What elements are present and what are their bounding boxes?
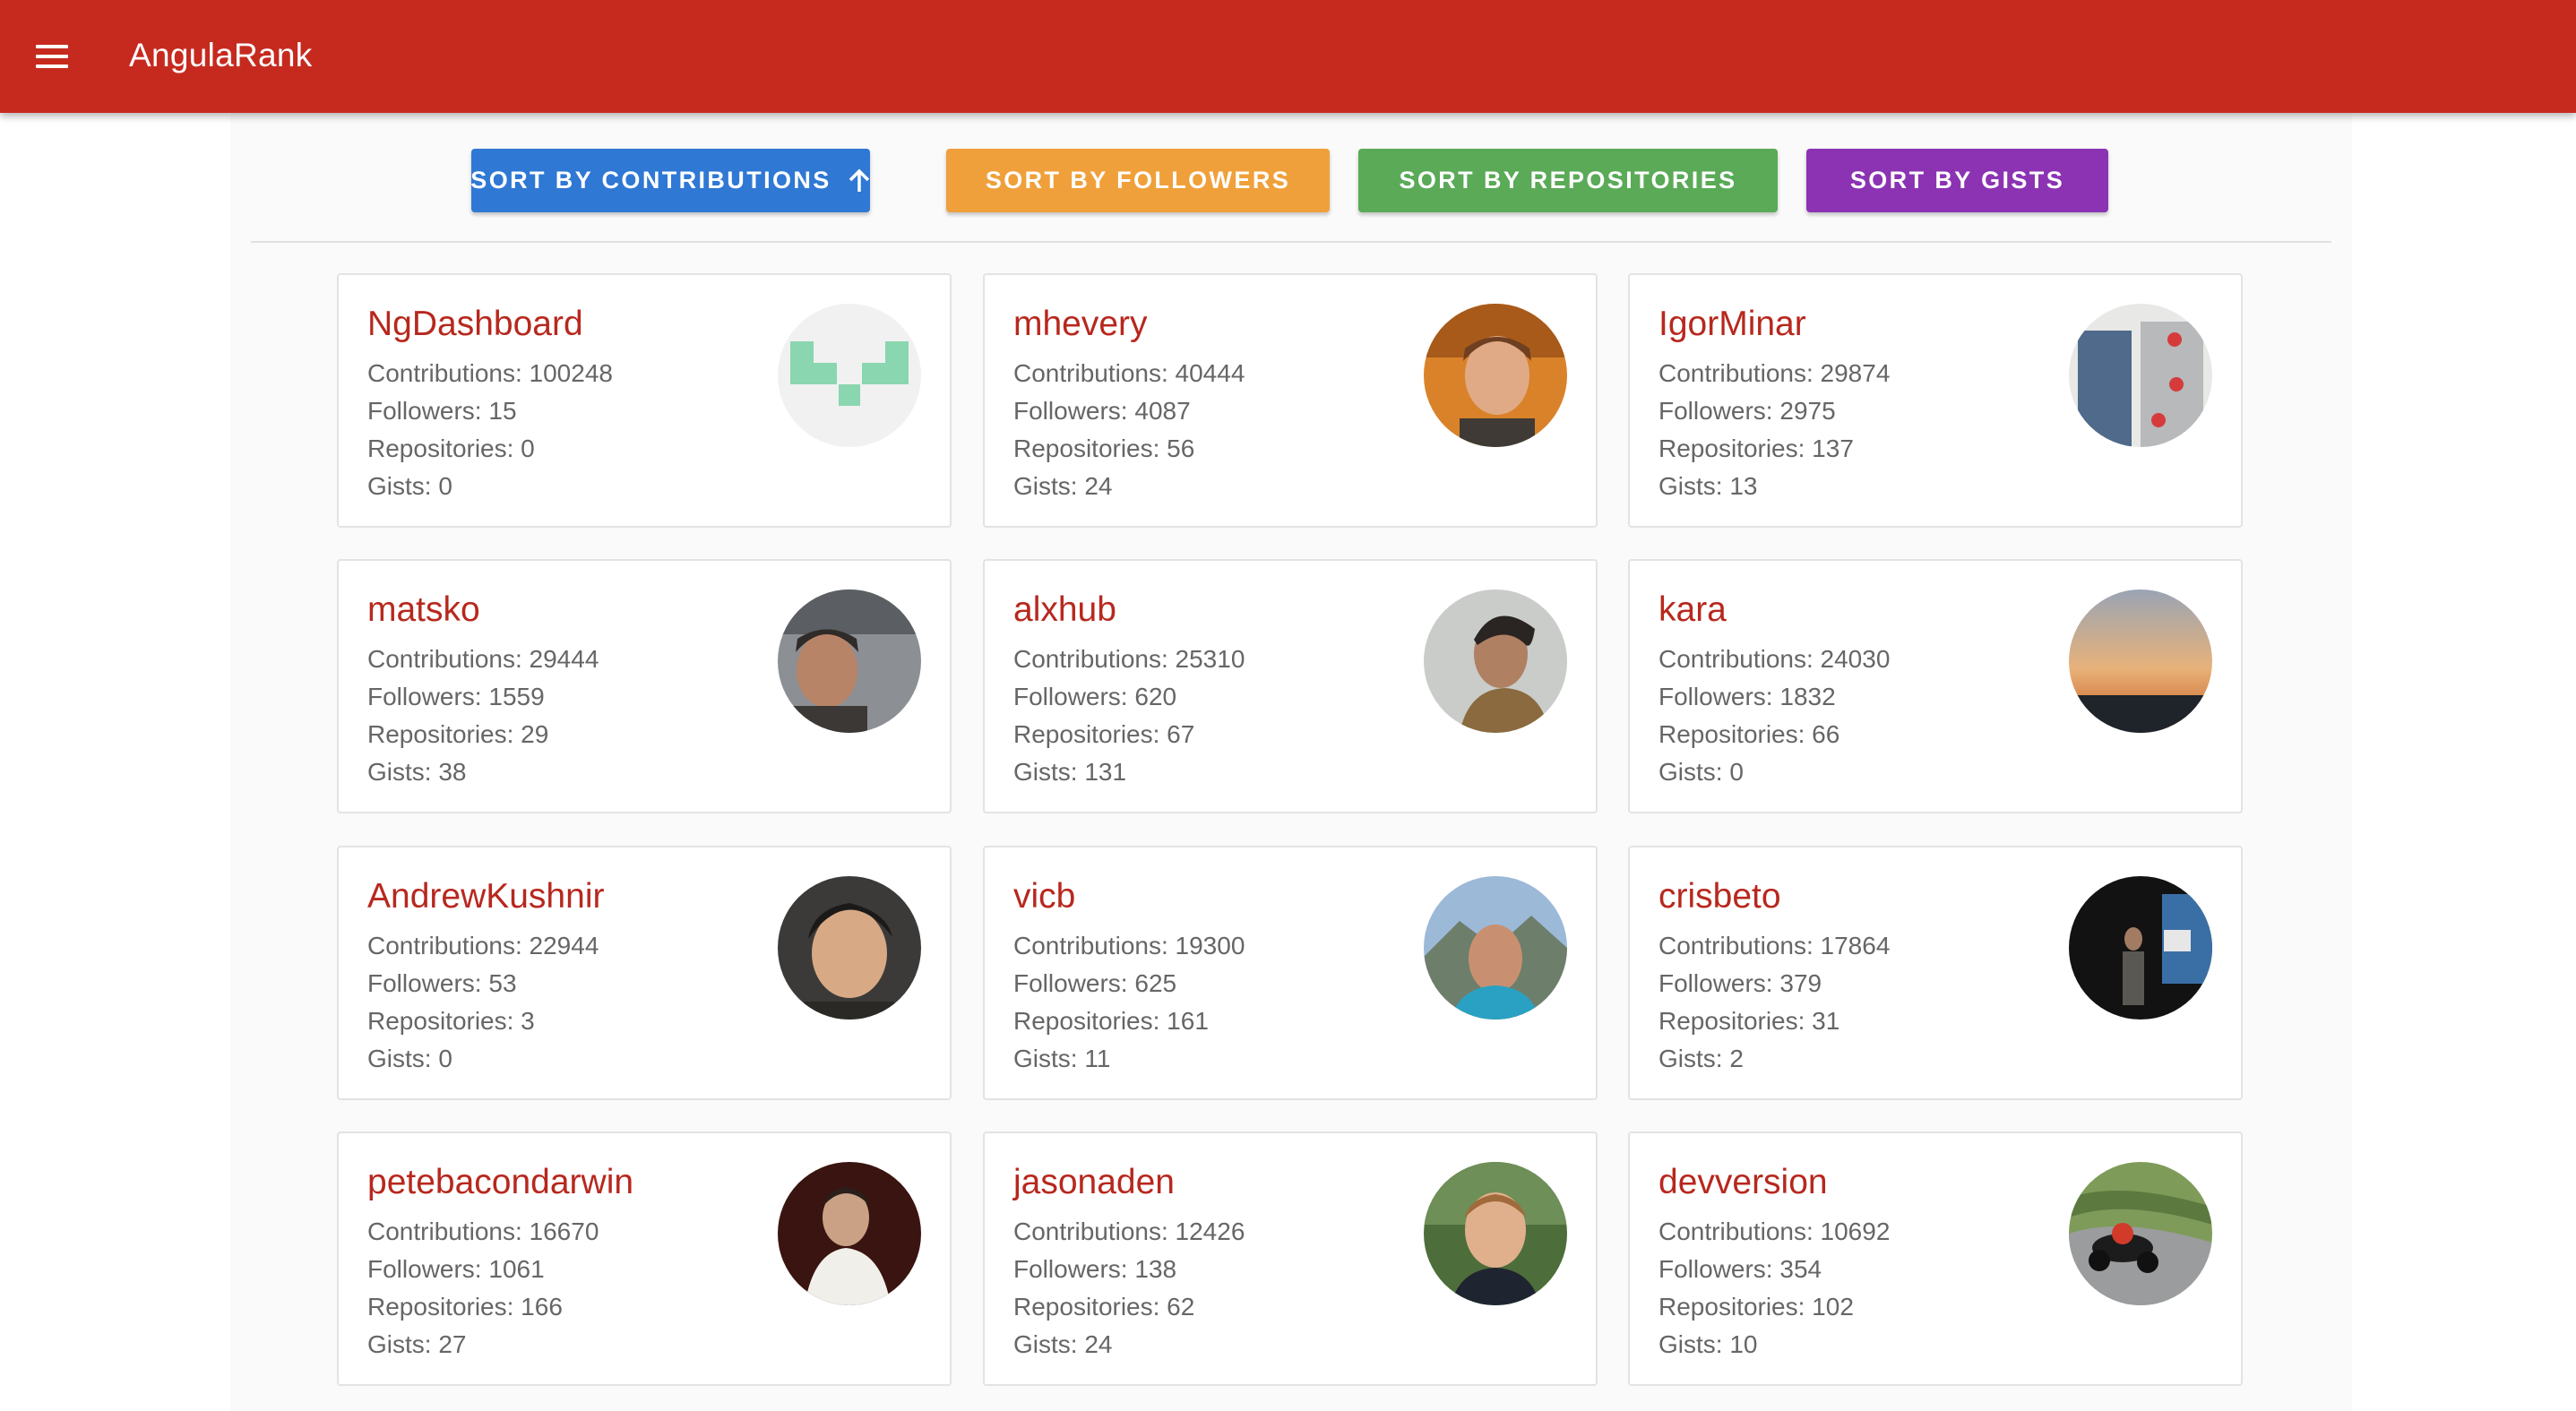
followers-count: Followers: 1832 [1658, 683, 1836, 710]
user-card: IgorMinar Contributions: 29874 Followers… [1628, 273, 2243, 528]
repositories-count: Repositories: 137 [1658, 434, 1854, 462]
sort-by-followers-label: SORT BY FOLLOWERS [985, 167, 1291, 194]
repositories-count: Repositories: 66 [1658, 720, 1840, 748]
followers-count: Followers: 354 [1658, 1255, 1822, 1283]
user-photo-avatar [2069, 876, 2212, 1020]
user-name-link[interactable]: AndrewKushnir [367, 874, 604, 919]
followers-count: Followers: 15 [367, 397, 517, 425]
followers-count: Followers: 138 [1013, 1255, 1177, 1283]
divider [251, 241, 2331, 243]
user-photo-avatar [778, 1162, 921, 1305]
gists-count: Gists: 24 [1013, 472, 1113, 500]
user-name-link[interactable]: alxhub [1013, 588, 1116, 632]
arrow-up-icon [848, 168, 871, 194]
followers-count: Followers: 379 [1658, 969, 1822, 997]
user-name-link[interactable]: NgDashboard [367, 302, 583, 347]
user-name-link[interactable]: mhevery [1013, 302, 1148, 347]
gists-count: Gists: 24 [1013, 1330, 1113, 1358]
contributions-count: Contributions: 17864 [1658, 932, 1891, 959]
user-card: AndrewKushnir Contributions: 22944 Follo… [337, 846, 952, 1100]
repositories-count: Repositories: 56 [1013, 434, 1195, 462]
user-card: alxhub Contributions: 25310 Followers: 6… [983, 559, 1598, 813]
sort-by-contributions-label: SORT BY CONTRIBUTIONS [470, 167, 831, 194]
contributions-count: Contributions: 10692 [1658, 1217, 1891, 1245]
top-toolbar: AngulaRank [0, 0, 2576, 113]
followers-count: Followers: 4087 [1013, 397, 1191, 425]
user-name-link[interactable]: matsko [367, 588, 480, 632]
contributions-count: Contributions: 25310 [1013, 645, 1245, 673]
menu-icon[interactable] [25, 30, 79, 83]
gists-count: Gists: 131 [1013, 758, 1127, 786]
user-photo-avatar [778, 876, 921, 1020]
contributions-count: Contributions: 29444 [367, 645, 599, 673]
gists-count: Gists: 0 [367, 1045, 452, 1072]
contributions-count: Contributions: 24030 [1658, 645, 1891, 673]
gists-count: Gists: 10 [1658, 1330, 1758, 1358]
sort-by-gists-label: SORT BY GISTS [1849, 167, 2065, 194]
user-photo-avatar [1424, 1162, 1567, 1305]
followers-count: Followers: 1559 [367, 683, 545, 710]
user-card: kara Contributions: 24030 Followers: 183… [1628, 559, 2243, 813]
user-photo-avatar [1424, 876, 1567, 1020]
contributions-count: Contributions: 40444 [1013, 359, 1245, 387]
user-name-link[interactable]: kara [1658, 588, 1727, 632]
repositories-count: Repositories: 0 [367, 434, 535, 462]
main-content: SORT BY CONTRIBUTIONS SORT BY FOLLOWERS … [230, 113, 2352, 1411]
sort-by-gists-button[interactable]: SORT BY GISTS [1806, 149, 2108, 212]
followers-count: Followers: 1061 [367, 1255, 545, 1283]
gists-count: Gists: 38 [367, 758, 467, 786]
repositories-count: Repositories: 62 [1013, 1293, 1195, 1321]
user-name-link[interactable]: crisbeto [1658, 874, 1781, 919]
user-photo-avatar [778, 589, 921, 733]
contributions-count: Contributions: 19300 [1013, 932, 1245, 959]
gists-count: Gists: 0 [367, 472, 452, 500]
user-photo-avatar [2069, 304, 2212, 447]
user-card: jasonaden Contributions: 12426 Followers… [983, 1131, 1598, 1386]
contributions-count: Contributions: 100248 [367, 359, 613, 387]
gists-count: Gists: 27 [367, 1330, 467, 1358]
identicon-avatar [778, 304, 921, 447]
followers-count: Followers: 620 [1013, 683, 1177, 710]
user-photo-avatar [1424, 589, 1567, 733]
sort-by-repositories-label: SORT BY REPOSITORIES [1399, 167, 1737, 194]
user-card: vicb Contributions: 19300 Followers: 625… [983, 846, 1598, 1100]
user-card: crisbeto Contributions: 17864 Followers:… [1628, 846, 2243, 1100]
repositories-count: Repositories: 3 [367, 1007, 535, 1035]
gists-count: Gists: 13 [1658, 472, 1758, 500]
user-name-link[interactable]: devversion [1658, 1160, 1828, 1205]
sort-by-followers-button[interactable]: SORT BY FOLLOWERS [946, 149, 1330, 212]
repositories-count: Repositories: 29 [367, 720, 549, 748]
repositories-count: Repositories: 166 [367, 1293, 563, 1321]
user-name-link[interactable]: IgorMinar [1658, 302, 1806, 347]
app-title: AngulaRank [129, 37, 313, 73]
user-card: mhevery Contributions: 40444 Followers: … [983, 273, 1598, 528]
user-card: NgDashboard Contributions: 100248 Follow… [337, 273, 952, 528]
followers-count: Followers: 625 [1013, 969, 1177, 997]
followers-count: Followers: 2975 [1658, 397, 1836, 425]
gists-count: Gists: 2 [1658, 1045, 1744, 1072]
user-card: devversion Contributions: 10692 Follower… [1628, 1131, 2243, 1386]
repositories-count: Repositories: 161 [1013, 1007, 1209, 1035]
user-name-link[interactable]: vicb [1013, 874, 1075, 919]
user-card: matsko Contributions: 29444 Followers: 1… [337, 559, 952, 813]
contributions-count: Contributions: 16670 [367, 1217, 599, 1245]
user-photo-avatar [1424, 304, 1567, 447]
repositories-count: Repositories: 102 [1658, 1293, 1854, 1321]
sort-by-repositories-button[interactable]: SORT BY REPOSITORIES [1358, 149, 1778, 212]
gists-count: Gists: 11 [1013, 1045, 1111, 1072]
user-card: petebacondarwin Contributions: 16670 Fol… [337, 1131, 952, 1386]
sort-by-contributions-button[interactable]: SORT BY CONTRIBUTIONS [470, 149, 871, 212]
repositories-count: Repositories: 67 [1013, 720, 1195, 748]
repositories-count: Repositories: 31 [1658, 1007, 1840, 1035]
followers-count: Followers: 53 [367, 969, 517, 997]
user-name-link[interactable]: petebacondarwin [367, 1160, 633, 1205]
sunset-photo-avatar [2069, 589, 2212, 733]
user-name-link[interactable]: jasonaden [1013, 1160, 1175, 1205]
contributions-count: Contributions: 29874 [1658, 359, 1891, 387]
gists-count: Gists: 0 [1658, 758, 1744, 786]
contributions-count: Contributions: 22944 [367, 932, 599, 959]
motorcycle-photo-avatar [2069, 1162, 2212, 1305]
contributions-count: Contributions: 12426 [1013, 1217, 1245, 1245]
